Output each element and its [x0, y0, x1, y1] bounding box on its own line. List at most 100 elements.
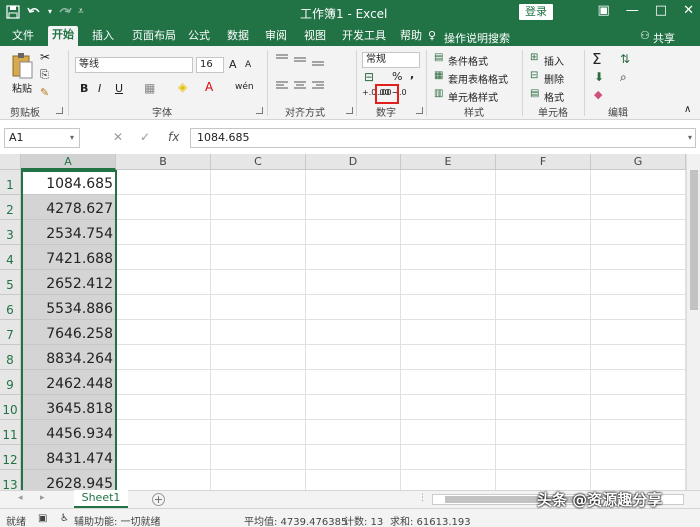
- column-header-e[interactable]: E: [401, 154, 496, 170]
- vertical-scroll-thumb[interactable]: [690, 170, 698, 310]
- conditional-formatting-button[interactable]: 条件格式: [448, 53, 488, 68]
- grid-cell[interactable]: [211, 370, 306, 395]
- cell-a11[interactable]: 4456.934: [22, 420, 116, 445]
- cell-a8[interactable]: 8834.264: [22, 345, 116, 370]
- bold-button[interactable]: B: [80, 82, 88, 95]
- cell-a4[interactable]: 7421.688: [22, 245, 116, 270]
- grid-cell[interactable]: [306, 245, 401, 270]
- font-family-select[interactable]: 等线: [75, 57, 193, 73]
- row-header[interactable]: 6: [0, 295, 21, 320]
- expand-formula-icon[interactable]: ▾: [688, 133, 692, 142]
- grid-cell[interactable]: [116, 345, 211, 370]
- column-header-b[interactable]: B: [116, 154, 211, 170]
- grid-cell[interactable]: [116, 195, 211, 220]
- column-header-a[interactable]: A: [21, 154, 116, 170]
- paste-icon[interactable]: [10, 52, 34, 80]
- grid-cell[interactable]: [496, 220, 591, 245]
- tell-me-search[interactable]: 操作说明搜索: [444, 30, 510, 46]
- find-select-icon[interactable]: ⌕: [620, 70, 627, 85]
- grow-font-icon[interactable]: A: [229, 58, 237, 71]
- grid-cell[interactable]: [211, 170, 306, 195]
- grid-cell[interactable]: [591, 320, 686, 345]
- shrink-font-icon[interactable]: A: [245, 60, 251, 70]
- name-box[interactable]: A1: [4, 128, 80, 148]
- clear-icon[interactable]: ◆: [594, 88, 602, 101]
- cell-a5[interactable]: 2652.412: [22, 270, 116, 295]
- column-header-d[interactable]: D: [306, 154, 401, 170]
- number-launcher-icon[interactable]: [416, 107, 423, 114]
- fill-icon[interactable]: ⬇: [594, 70, 604, 84]
- grid-cell[interactable]: [591, 445, 686, 470]
- grid-cell[interactable]: [116, 445, 211, 470]
- tab-insert[interactable]: 插入: [88, 27, 118, 46]
- cell-a13[interactable]: 2628.945: [22, 470, 116, 490]
- grid-cell[interactable]: [401, 370, 496, 395]
- grid-cell[interactable]: [211, 420, 306, 445]
- grid-cell[interactable]: [496, 170, 591, 195]
- grid-cell[interactable]: [306, 345, 401, 370]
- grid-cell[interactable]: [306, 320, 401, 345]
- close-icon[interactable]: ✕: [683, 3, 694, 18]
- grid-cell[interactable]: [591, 295, 686, 320]
- grid-cell[interactable]: [306, 445, 401, 470]
- row-header[interactable]: 9: [0, 370, 21, 395]
- percent-style-button[interactable]: %: [392, 70, 402, 83]
- accessibility-status[interactable]: 辅助功能: 一切就绪: [74, 513, 161, 527]
- grid-cell[interactable]: [116, 320, 211, 345]
- row-header[interactable]: 12: [0, 445, 21, 470]
- grid-cell[interactable]: [211, 395, 306, 420]
- grid-cell[interactable]: [116, 220, 211, 245]
- sheet-tab-split-icon[interactable]: ⋮: [418, 493, 427, 503]
- row-header[interactable]: 2: [0, 195, 21, 220]
- cell-styles-button[interactable]: 单元格样式: [448, 89, 498, 104]
- italic-button[interactable]: I: [98, 82, 101, 95]
- tab-formulas[interactable]: 公式: [184, 27, 214, 46]
- grid-cell[interactable]: [211, 220, 306, 245]
- grid-cell[interactable]: [591, 370, 686, 395]
- grid-cell[interactable]: [401, 195, 496, 220]
- qat-dropdown-icon[interactable]: ⩡: [78, 3, 84, 21]
- grid-cell[interactable]: [401, 245, 496, 270]
- grid-cell[interactable]: [496, 445, 591, 470]
- status-sum[interactable]: 求和: 61613.193: [390, 513, 471, 527]
- cell-a10[interactable]: 3645.818: [22, 395, 116, 420]
- grid-cell[interactable]: [401, 220, 496, 245]
- accounting-format-icon[interactable]: ⊟: [364, 70, 374, 84]
- grid-cell[interactable]: [306, 395, 401, 420]
- row-header[interactable]: 3: [0, 220, 21, 245]
- grid-cell[interactable]: [591, 270, 686, 295]
- grid-cell[interactable]: [116, 295, 211, 320]
- tab-developer[interactable]: 开发工具: [338, 27, 390, 46]
- cell-a12[interactable]: 8431.474: [22, 445, 116, 470]
- grid-cell[interactable]: [591, 245, 686, 270]
- save-icon[interactable]: [6, 5, 20, 19]
- grid-cell[interactable]: [591, 195, 686, 220]
- sort-filter-icon[interactable]: ⇅: [620, 52, 630, 66]
- grid-cell[interactable]: [211, 245, 306, 270]
- undo-icon[interactable]: [26, 5, 42, 19]
- fill-color-icon[interactable]: ◈: [178, 80, 187, 94]
- cut-icon[interactable]: ✂: [40, 50, 50, 64]
- grid-cell[interactable]: [211, 470, 306, 490]
- grid-cell[interactable]: [306, 295, 401, 320]
- row-header[interactable]: 1: [0, 170, 21, 195]
- ribbon-display-icon[interactable]: ▣: [598, 3, 610, 18]
- row-header[interactable]: 10: [0, 395, 21, 420]
- tab-view[interactable]: 视图: [300, 27, 330, 46]
- collapse-ribbon-icon[interactable]: ∧: [684, 104, 691, 115]
- minimize-icon[interactable]: —: [626, 3, 639, 18]
- font-launcher-icon[interactable]: [256, 107, 263, 114]
- tab-page-layout[interactable]: 页面布局: [128, 27, 180, 46]
- tab-data[interactable]: 数据: [223, 27, 253, 46]
- border-icon[interactable]: ▦: [144, 81, 155, 95]
- grid-cell[interactable]: [401, 345, 496, 370]
- column-header-c[interactable]: C: [211, 154, 306, 170]
- redo-icon[interactable]: [58, 5, 72, 19]
- grid-cell[interactable]: [591, 345, 686, 370]
- grid-cell[interactable]: [211, 295, 306, 320]
- grid-cell[interactable]: [211, 445, 306, 470]
- grid-cell[interactable]: [306, 370, 401, 395]
- add-sheet-button[interactable]: +: [152, 493, 165, 506]
- grid-cell[interactable]: [116, 245, 211, 270]
- phonetic-icon[interactable]: wén: [235, 82, 254, 92]
